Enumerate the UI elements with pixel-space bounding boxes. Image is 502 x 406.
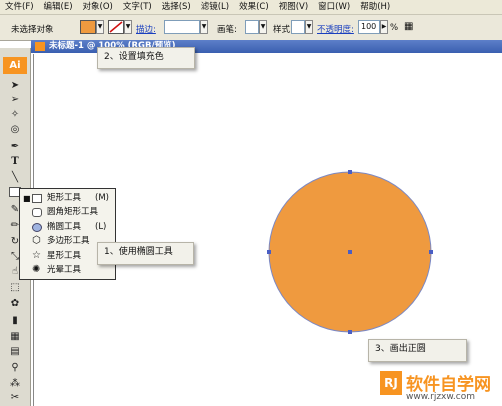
fill-color-swatch[interactable] — [80, 20, 96, 34]
flyout-item-rectangle[interactable]: ■ 矩形工具 (M) — [20, 192, 115, 205]
menu-view[interactable]: 视图(V) — [274, 0, 313, 14]
polygon-icon: ⬡ — [32, 235, 41, 246]
line-icon[interactable]: ╲ — [8, 172, 22, 184]
brush-label: 画笔: — [217, 25, 237, 35]
control-bar: 未选择对象 ▼ ▼ 描边: ▼ 画笔: ▼ 样式: ▼ 不透明度: 100 ▶ … — [0, 15, 502, 41]
menu-filter[interactable]: 滤镜(L) — [196, 0, 234, 14]
menu-effect[interactable]: 效果(C) — [234, 0, 274, 14]
watermark-logo: RJ — [380, 371, 402, 395]
symbol-sprayer-icon[interactable]: ✿ — [8, 298, 22, 310]
fill-dropdown[interactable]: ▼ — [96, 20, 104, 34]
opacity-dropdown[interactable]: ▶ — [380, 20, 388, 34]
opacity-label[interactable]: 不透明度: — [317, 23, 354, 35]
flyout-item-flare[interactable]: ✺ 光晕工具 — [20, 264, 115, 277]
brush-field[interactable] — [245, 20, 259, 34]
style-dropdown[interactable]: ▼ — [305, 20, 313, 34]
selection-arrow-icon[interactable]: ➤ — [8, 80, 22, 92]
stroke-label[interactable]: 描边: — [136, 23, 156, 35]
anchor-point-left[interactable] — [267, 250, 271, 254]
direct-selection-arrow-icon[interactable]: ➢ — [8, 94, 22, 106]
magic-wand-icon[interactable]: ✧ — [8, 109, 22, 121]
callout-set-fill: 2、设置填充色 — [97, 47, 195, 69]
anchor-point-top[interactable] — [348, 170, 352, 174]
graph-icon[interactable]: ▦ — [404, 21, 413, 32]
callout-use-ellipse: 1、使用椭圆工具 — [97, 242, 194, 265]
menu-bar: 文件(F) 编辑(E) 对象(O) 文字(T) 选择(S) 滤镜(L) 效果(C… — [0, 0, 502, 15]
circle-shape-layer — [267, 170, 433, 334]
menu-file[interactable]: 文件(F) — [0, 0, 39, 14]
column-graph-icon[interactable]: ▮ — [8, 315, 22, 327]
ellipse-icon — [32, 223, 42, 232]
stroke-weight-dropdown[interactable]: ▼ — [200, 20, 208, 34]
eyedropper-icon[interactable]: ⚲ — [8, 362, 22, 374]
gradient-icon[interactable]: ▤ — [8, 346, 22, 358]
watermark-url: www.rjzxw.com — [406, 392, 475, 402]
menu-type[interactable]: 文字(T) — [118, 0, 157, 14]
no-stroke-icon — [109, 21, 123, 33]
stroke-dropdown[interactable]: ▼ — [124, 20, 132, 34]
shape-tool-flyout: ■ 矩形工具 (M) 圆角矩形工具 椭圆工具 (L) ⬡ 多边形工具 ☆ 星形工… — [19, 188, 116, 280]
center-point — [348, 250, 352, 254]
mesh-icon[interactable]: ▦ — [8, 331, 22, 343]
stroke-weight-field[interactable] — [164, 20, 200, 34]
menu-edit[interactable]: 编辑(E) — [39, 0, 78, 14]
flare-icon: ✺ — [32, 264, 41, 275]
rounded-rectangle-icon — [32, 208, 42, 217]
flyout-item-ellipse[interactable]: 椭圆工具 (L) — [20, 221, 115, 234]
menu-help[interactable]: 帮助(H) — [355, 0, 395, 14]
brush-dropdown[interactable]: ▼ — [259, 20, 267, 34]
active-tool-bullet: ■ — [23, 194, 31, 203]
style-field[interactable] — [291, 20, 305, 34]
illustrator-logo: Ai — [3, 57, 27, 74]
menu-window[interactable]: 窗口(W) — [313, 0, 355, 14]
rectangle-icon — [32, 194, 42, 203]
callout-draw-circle: 3、画出正圆 — [368, 339, 467, 362]
document-icon — [35, 42, 45, 51]
opacity-field[interactable]: 100 — [358, 20, 380, 34]
lasso-icon[interactable]: ◎ — [8, 124, 22, 136]
anchor-point-right[interactable] — [429, 250, 433, 254]
pen-icon[interactable]: ✒ — [8, 141, 22, 153]
watermark: RJ 软件自学网 www.rjzxw.com — [380, 368, 502, 406]
scissors-icon[interactable]: ✂ — [8, 392, 22, 404]
menu-object[interactable]: 对象(O) — [78, 0, 118, 14]
anchor-point-bottom[interactable] — [348, 330, 352, 334]
style-label: 样式: — [273, 25, 293, 35]
free-transform-icon[interactable]: ⬚ — [8, 282, 22, 294]
type-icon[interactable]: T — [8, 156, 22, 168]
opacity-percent: % — [390, 23, 399, 33]
stroke-color-swatch[interactable] — [108, 20, 124, 34]
flyout-item-rounded-rectangle[interactable]: 圆角矩形工具 — [20, 206, 115, 219]
menu-select[interactable]: 选择(S) — [157, 0, 196, 14]
blend-icon[interactable]: ⁂ — [8, 378, 22, 390]
star-icon: ☆ — [32, 250, 41, 261]
selection-status: 未选择对象 — [11, 25, 54, 35]
